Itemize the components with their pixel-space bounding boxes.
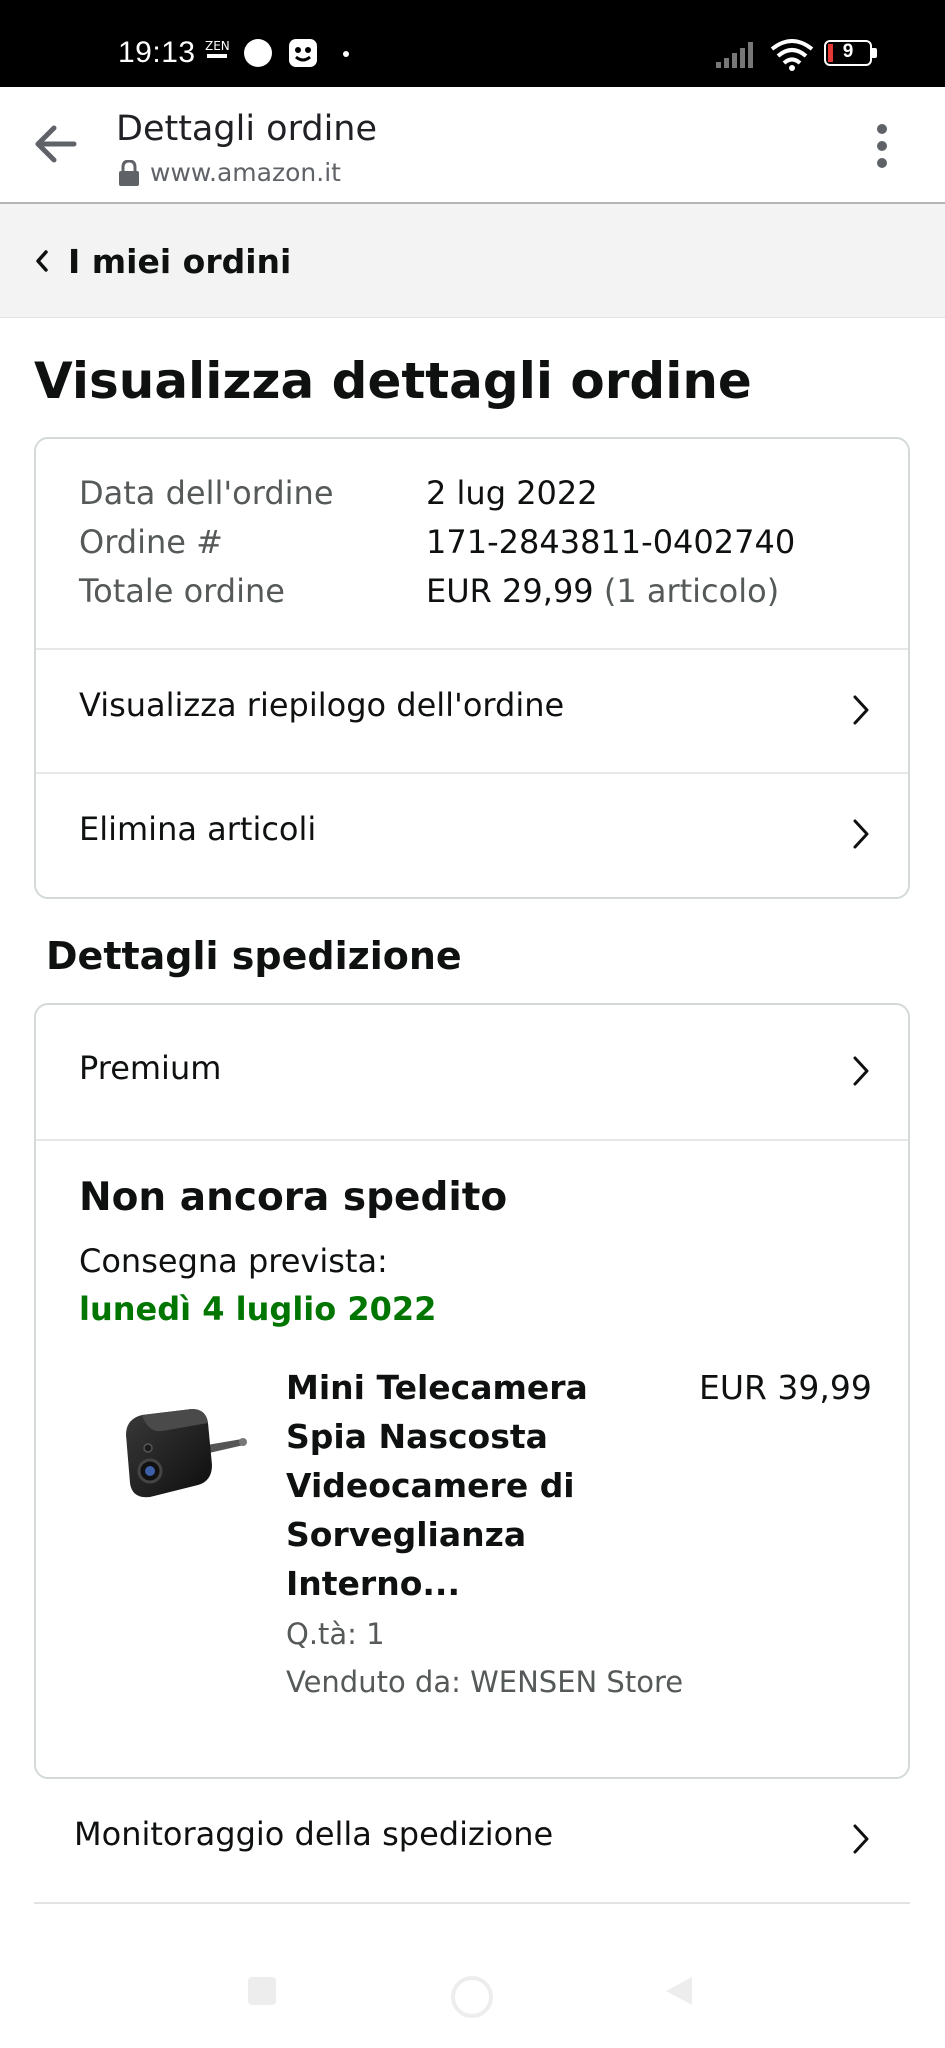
expected-delivery-label: Consegna prevista: [79, 1242, 388, 1280]
shipping-section-title: Dettagli spedizione [46, 934, 462, 978]
chevron-right-icon [853, 1056, 869, 1086]
chevron-right-icon [853, 819, 869, 849]
circle-app-icon [244, 39, 272, 67]
order-summary-card: Data dell'ordine 2 lug 2022 Ordine # 171… [34, 437, 910, 899]
view-order-summary-label: Visualizza riepilogo dell'ordine [79, 686, 565, 724]
delete-items-row[interactable]: Elimina articoli [36, 774, 908, 897]
back-arrow-icon[interactable] [34, 124, 78, 164]
face-app-icon [289, 39, 317, 67]
breadcrumb-my-orders[interactable]: I miei ordini [68, 242, 291, 281]
wifi-icon [770, 39, 814, 71]
zen-logo-icon: ZEN [205, 40, 230, 58]
home-nav-icon[interactable] [450, 1975, 494, 2019]
order-total-label: Totale ordine [79, 572, 285, 610]
order-total-amount: EUR 29,99 [426, 572, 594, 610]
lock-icon [119, 160, 139, 186]
shipping-method-label: Premium [79, 1049, 222, 1087]
product-title[interactable]: Mini Telecamera Spia Nascosta Videocamer… [286, 1363, 676, 1608]
status-time: 19:13 [118, 36, 196, 69]
recents-nav-icon[interactable] [246, 1975, 278, 2007]
order-number-value: 171-2843811-0402740 [426, 523, 796, 561]
divider [34, 1902, 910, 1904]
order-date-label: Data dell'ordine [79, 474, 334, 512]
tracking-label[interactable]: Monitoraggio della spedizione [74, 1815, 553, 1853]
signal-icon [716, 42, 753, 68]
chevron-right-icon [853, 695, 869, 725]
product-seller[interactable]: Venduto da: WENSEN Store [286, 1665, 683, 1699]
view-order-summary-row[interactable]: Visualizza riepilogo dell'ordine [36, 650, 908, 772]
delete-items-label: Elimina articoli [79, 810, 317, 848]
more-vert-icon[interactable] [872, 123, 892, 169]
back-nav-icon[interactable] [664, 1975, 694, 2007]
browser-page-title[interactable]: Dettagli ordine [116, 109, 377, 149]
expected-delivery-date: lunedì 4 luglio 2022 [79, 1290, 437, 1328]
divider [36, 1139, 908, 1141]
dot-notification-icon [343, 51, 349, 57]
order-total-items: (1 articolo) [603, 572, 780, 610]
order-number-label: Ordine # [79, 523, 223, 561]
order-date-value: 2 lug 2022 [426, 474, 598, 512]
chevron-right-icon[interactable] [852, 1823, 870, 1855]
battery-icon: 9 [824, 40, 878, 68]
order-total-value: EUR 29,99 (1 articolo) [426, 567, 779, 616]
product-quantity: Q.tà: 1 [286, 1617, 385, 1651]
zen-logo-label: ZEN [205, 39, 230, 53]
battery-level: 9 [842, 41, 854, 62]
browser-toolbar: Dettagli ordine www.amazon.it [0, 87, 945, 204]
product-image[interactable] [102, 1395, 252, 1515]
url-text[interactable]: www.amazon.it [150, 158, 341, 187]
shipping-method-row[interactable]: Premium [36, 1005, 908, 1139]
status-bar: 19:13 ZEN 9 [0, 0, 945, 87]
product-price: EUR 39,99 [699, 1368, 872, 1407]
page-title: Visualizza dettagli ordine [34, 352, 752, 410]
shipping-card: Premium Non ancora spedito Consegna prev… [34, 1003, 910, 1779]
shipment-status: Non ancora spedito [79, 1175, 508, 1220]
chevron-left-icon [36, 250, 48, 272]
